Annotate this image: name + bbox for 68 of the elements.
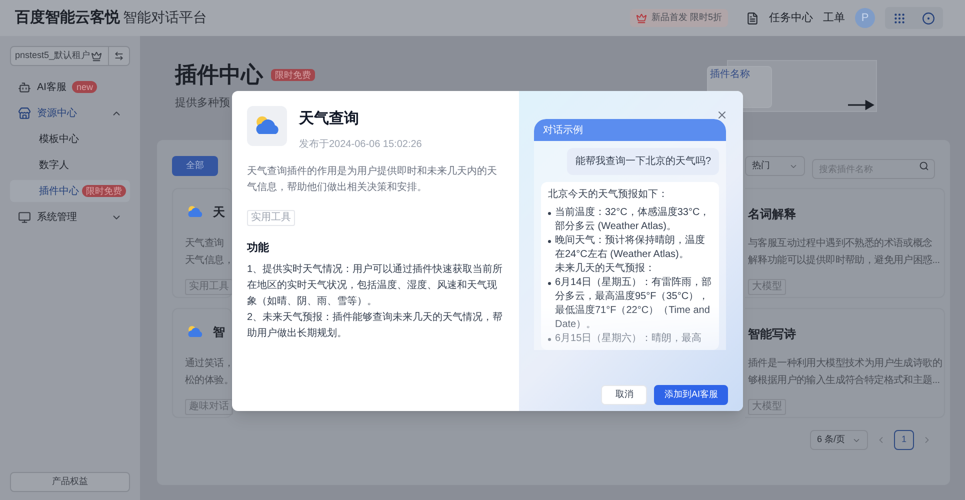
tenant-selector[interactable]: pnstest5_默认租户 xyxy=(10,46,130,66)
store-icon xyxy=(18,106,31,120)
answer-text: 当前温度：32°C，体感温度33°C，部分多云 (Weather Atlas)。 xyxy=(555,206,711,234)
nav-item[interactable]: 系统管理 xyxy=(10,206,130,228)
document-icon[interactable] xyxy=(746,12,759,24)
publish-date: 发布于2024-06-06 15:02:26 xyxy=(299,138,422,152)
answer-text: 6月15日（星期六）：晴朗，最高 xyxy=(555,332,702,346)
switch-icon[interactable] xyxy=(114,51,124,61)
crown-icon xyxy=(636,12,648,24)
section-title: 功能 xyxy=(247,240,270,256)
page-size-select[interactable]: 6 条/页 xyxy=(810,430,868,450)
card-title: 天 xyxy=(213,204,225,221)
sort-select[interactable]: 热门 xyxy=(745,156,805,176)
circle-icon[interactable] xyxy=(922,12,935,24)
card-description: 插件是一种利用大模型技术为用户生成诗歌的 xyxy=(748,356,941,371)
card-description: 天气信息， xyxy=(185,254,231,268)
card-title: 名词解释 xyxy=(748,206,796,223)
page-title: 插件中心 xyxy=(175,61,263,89)
card-description: 松的体验。 xyxy=(185,374,231,388)
card-description: 天气查询 xyxy=(185,236,225,251)
promo-badge[interactable]: 新品首发 限时5折 xyxy=(630,9,728,27)
card-title: 智能写诗 xyxy=(748,326,796,343)
answer-text: 北京今天的天气预报如下： xyxy=(548,188,669,202)
bullet-icon xyxy=(548,282,551,285)
feature-text: 2、未来天气预报：插件能够查询未来几天的天气情况，帮助用户做出长期规划。 xyxy=(247,310,504,341)
nav-subitem[interactable]: 数字人 xyxy=(10,154,130,176)
search-icon xyxy=(919,161,929,171)
page-button[interactable]: 1 xyxy=(894,430,914,450)
nav-subitem[interactable]: 模板中心 xyxy=(10,128,130,150)
product-name: 智能对话平台 xyxy=(123,8,207,27)
card-description: 与客服互动过程中遇到不熟悉的术语或概念 xyxy=(748,236,934,251)
tag: 实用工具 xyxy=(247,210,295,226)
arrow-icon xyxy=(847,100,875,110)
add-button[interactable]: 添加到AI客服 xyxy=(654,385,728,405)
product-benefits-button[interactable]: 产品权益 xyxy=(10,472,130,492)
logo-text: 百度智能云客悦 xyxy=(15,8,120,28)
bullet-icon xyxy=(548,240,551,243)
user-message: 能帮我查询一下北京的天气吗? xyxy=(567,148,719,175)
answer-text: 6月14日（星期五）：有雷阵雨，部分多云，最高温度95°F（35°C），最低温度71°F（22°C）（Time and Date）。 xyxy=(555,276,712,332)
nav-subitem[interactable]: 插件中心 限时免费 xyxy=(10,180,130,202)
dialog-title: 天气查询 xyxy=(299,109,360,129)
illustration-label: 插件名称 xyxy=(710,69,751,81)
header-link[interactable]: 任务中心 xyxy=(769,10,813,26)
answer-text: 未来几天的天气预报： xyxy=(554,262,656,276)
header-link[interactable]: 工单 xyxy=(823,10,845,26)
new-badge: new xyxy=(72,81,97,93)
nav-item[interactable]: 资源中心 xyxy=(10,102,130,124)
card-title: 智 xyxy=(213,324,225,341)
nav-item[interactable]: AI客服 new xyxy=(10,76,130,98)
free-badge: 限时免费 xyxy=(82,185,126,197)
bullet-icon xyxy=(548,338,551,341)
monitor-icon xyxy=(18,210,31,224)
free-badge: 限时免费 xyxy=(271,68,315,80)
answer-text: 晚间天气：预计将保持晴朗，温度在24°C左右 (Weather Atlas)。 xyxy=(555,234,706,262)
card-description: 解释功能可以提供即时帮助，避免用户困惑... xyxy=(748,254,941,268)
card-description: 够根据用户的输入生成符合特定格式和主题... xyxy=(748,374,941,388)
crown-icon xyxy=(91,50,102,62)
robot-icon xyxy=(18,80,31,94)
chat-header: 对话示例 xyxy=(534,119,726,141)
bullet-icon xyxy=(548,212,551,215)
page-subtitle: 提供多种预 xyxy=(175,96,231,111)
grid-icon[interactable] xyxy=(893,12,906,24)
close-icon[interactable] xyxy=(716,109,728,121)
card-description: 通过笑话， xyxy=(185,356,231,371)
feature-text: 1、提供实时天气情况：用户可以通过插件快速获取当前所在地区的实时天气状况，包括温度、湿度、风速和天气现象（如晴、阴、雨、雪等）。 xyxy=(247,262,504,309)
cancel-button[interactable]: 取消 xyxy=(601,385,648,405)
filter-tab[interactable]: 全部 xyxy=(172,156,218,176)
plugin-description: 天气查询插件的作用是为用户提供即时和未来几天内的天气信息，帮助他们做出相关决策和安排。 xyxy=(247,164,498,194)
